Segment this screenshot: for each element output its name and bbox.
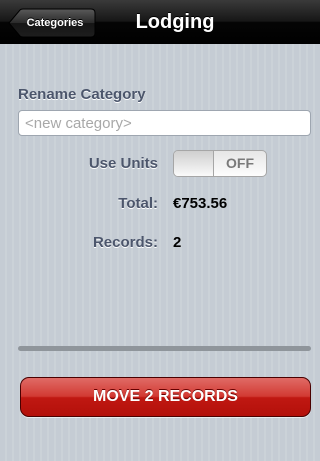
toggle-state-text: OFF [226,155,254,171]
divider [18,346,311,351]
toggle-knob[interactable] [174,151,214,176]
rename-category-label: Rename Category [18,86,146,103]
records-value: 2 [173,234,182,251]
category-name-input[interactable] [18,110,311,136]
page-title: Lodging [135,11,215,33]
total-label: Total: [118,195,158,212]
total-value: €753.56 [173,195,228,212]
navigation-bar: Categories Lodging [0,0,320,44]
move-records-button[interactable]: MOVE 2 RECORDS [20,377,311,417]
use-units-toggle[interactable]: OFF [173,150,267,177]
use-units-label: Use Units [88,155,158,172]
back-button[interactable]: Categories [8,8,96,38]
records-label: Records: [92,234,158,251]
back-button-label: Categories [26,17,84,29]
